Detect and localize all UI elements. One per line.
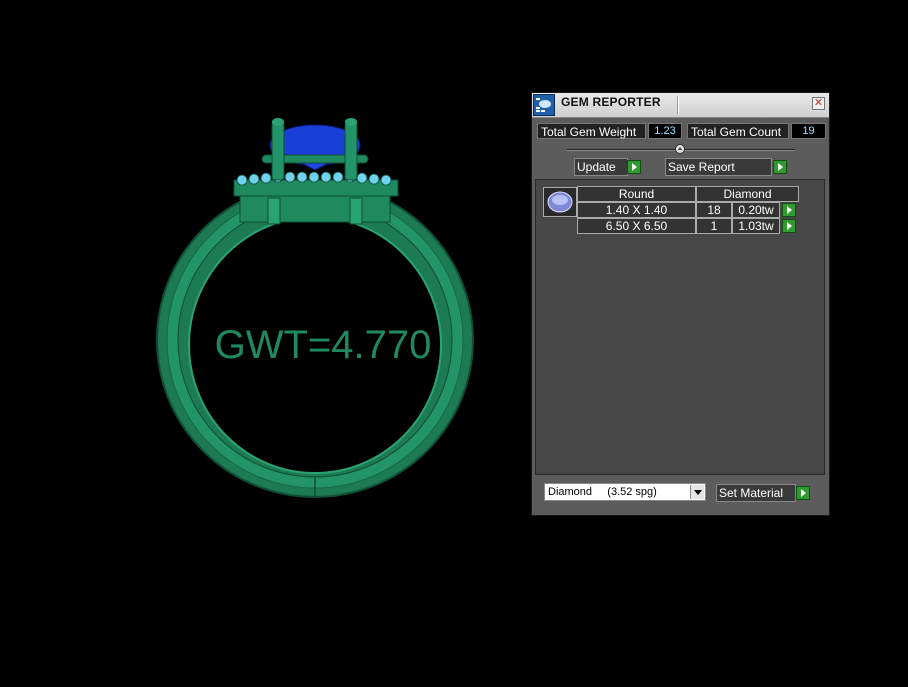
- set-material-button[interactable]: Set Material: [716, 484, 796, 502]
- panel-titlebar[interactable]: GEM REPORTER ✕: [532, 93, 829, 118]
- gem-reporter-icon: [533, 94, 555, 116]
- gem-reporter-panel: GEM REPORTER ✕ Total Gem Weight 1.23 Tot…: [531, 92, 830, 516]
- gem-count-cell: 1: [696, 218, 732, 234]
- close-icon: ✕: [813, 97, 824, 109]
- row-arrow-icon[interactable]: [782, 203, 796, 217]
- gem-count-cell: 18: [696, 202, 732, 218]
- gem-size-cell: 6.50 X 6.50: [577, 218, 696, 234]
- 3d-viewport[interactable]: GWT=4.770: [0, 0, 520, 687]
- close-button[interactable]: ✕: [812, 97, 825, 110]
- total-gem-weight-label: Total Gem Weight: [537, 123, 646, 139]
- material-header: Diamond: [696, 186, 799, 202]
- ring-model: GWT=4.770: [156, 118, 474, 498]
- title-divider: [677, 96, 679, 114]
- save-report-button[interactable]: Save Report: [665, 158, 772, 176]
- chevron-down-icon[interactable]: [690, 485, 704, 499]
- material-select-value: Diamond (3.52 spg): [548, 486, 657, 498]
- gem-weight-cell: 1.03tw: [732, 218, 780, 234]
- update-arrow-icon[interactable]: [627, 160, 641, 174]
- gem-size-cell: 1.40 X 1.40: [577, 202, 696, 218]
- material-select[interactable]: Diamond (3.52 spg): [544, 483, 706, 501]
- save-report-label: Save Report: [668, 160, 735, 174]
- set-material-label: Set Material: [719, 486, 784, 500]
- total-gem-count-label: Total Gem Count: [687, 123, 789, 139]
- update-button[interactable]: Update: [574, 158, 628, 176]
- set-material-arrow-icon[interactable]: [796, 486, 810, 500]
- gem-weight-cell: 0.20tw: [732, 202, 780, 218]
- row-arrow-icon[interactable]: [782, 219, 796, 233]
- update-label: Update: [577, 160, 616, 174]
- gem-report-area: Round Diamond 1.40 X 1.40 18 0.20tw 6.50…: [535, 179, 825, 475]
- total-gem-count-value: 19: [791, 123, 826, 139]
- gwt-label: GWT=4.770: [215, 323, 432, 367]
- shape-header: Round: [577, 186, 696, 202]
- round-gem-icon[interactable]: [543, 187, 577, 217]
- collapse-toggle[interactable]: [675, 144, 685, 154]
- panel-title: GEM REPORTER: [561, 95, 661, 109]
- total-gem-weight-value: 1.23: [648, 123, 682, 139]
- save-report-arrow-icon[interactable]: [773, 160, 787, 174]
